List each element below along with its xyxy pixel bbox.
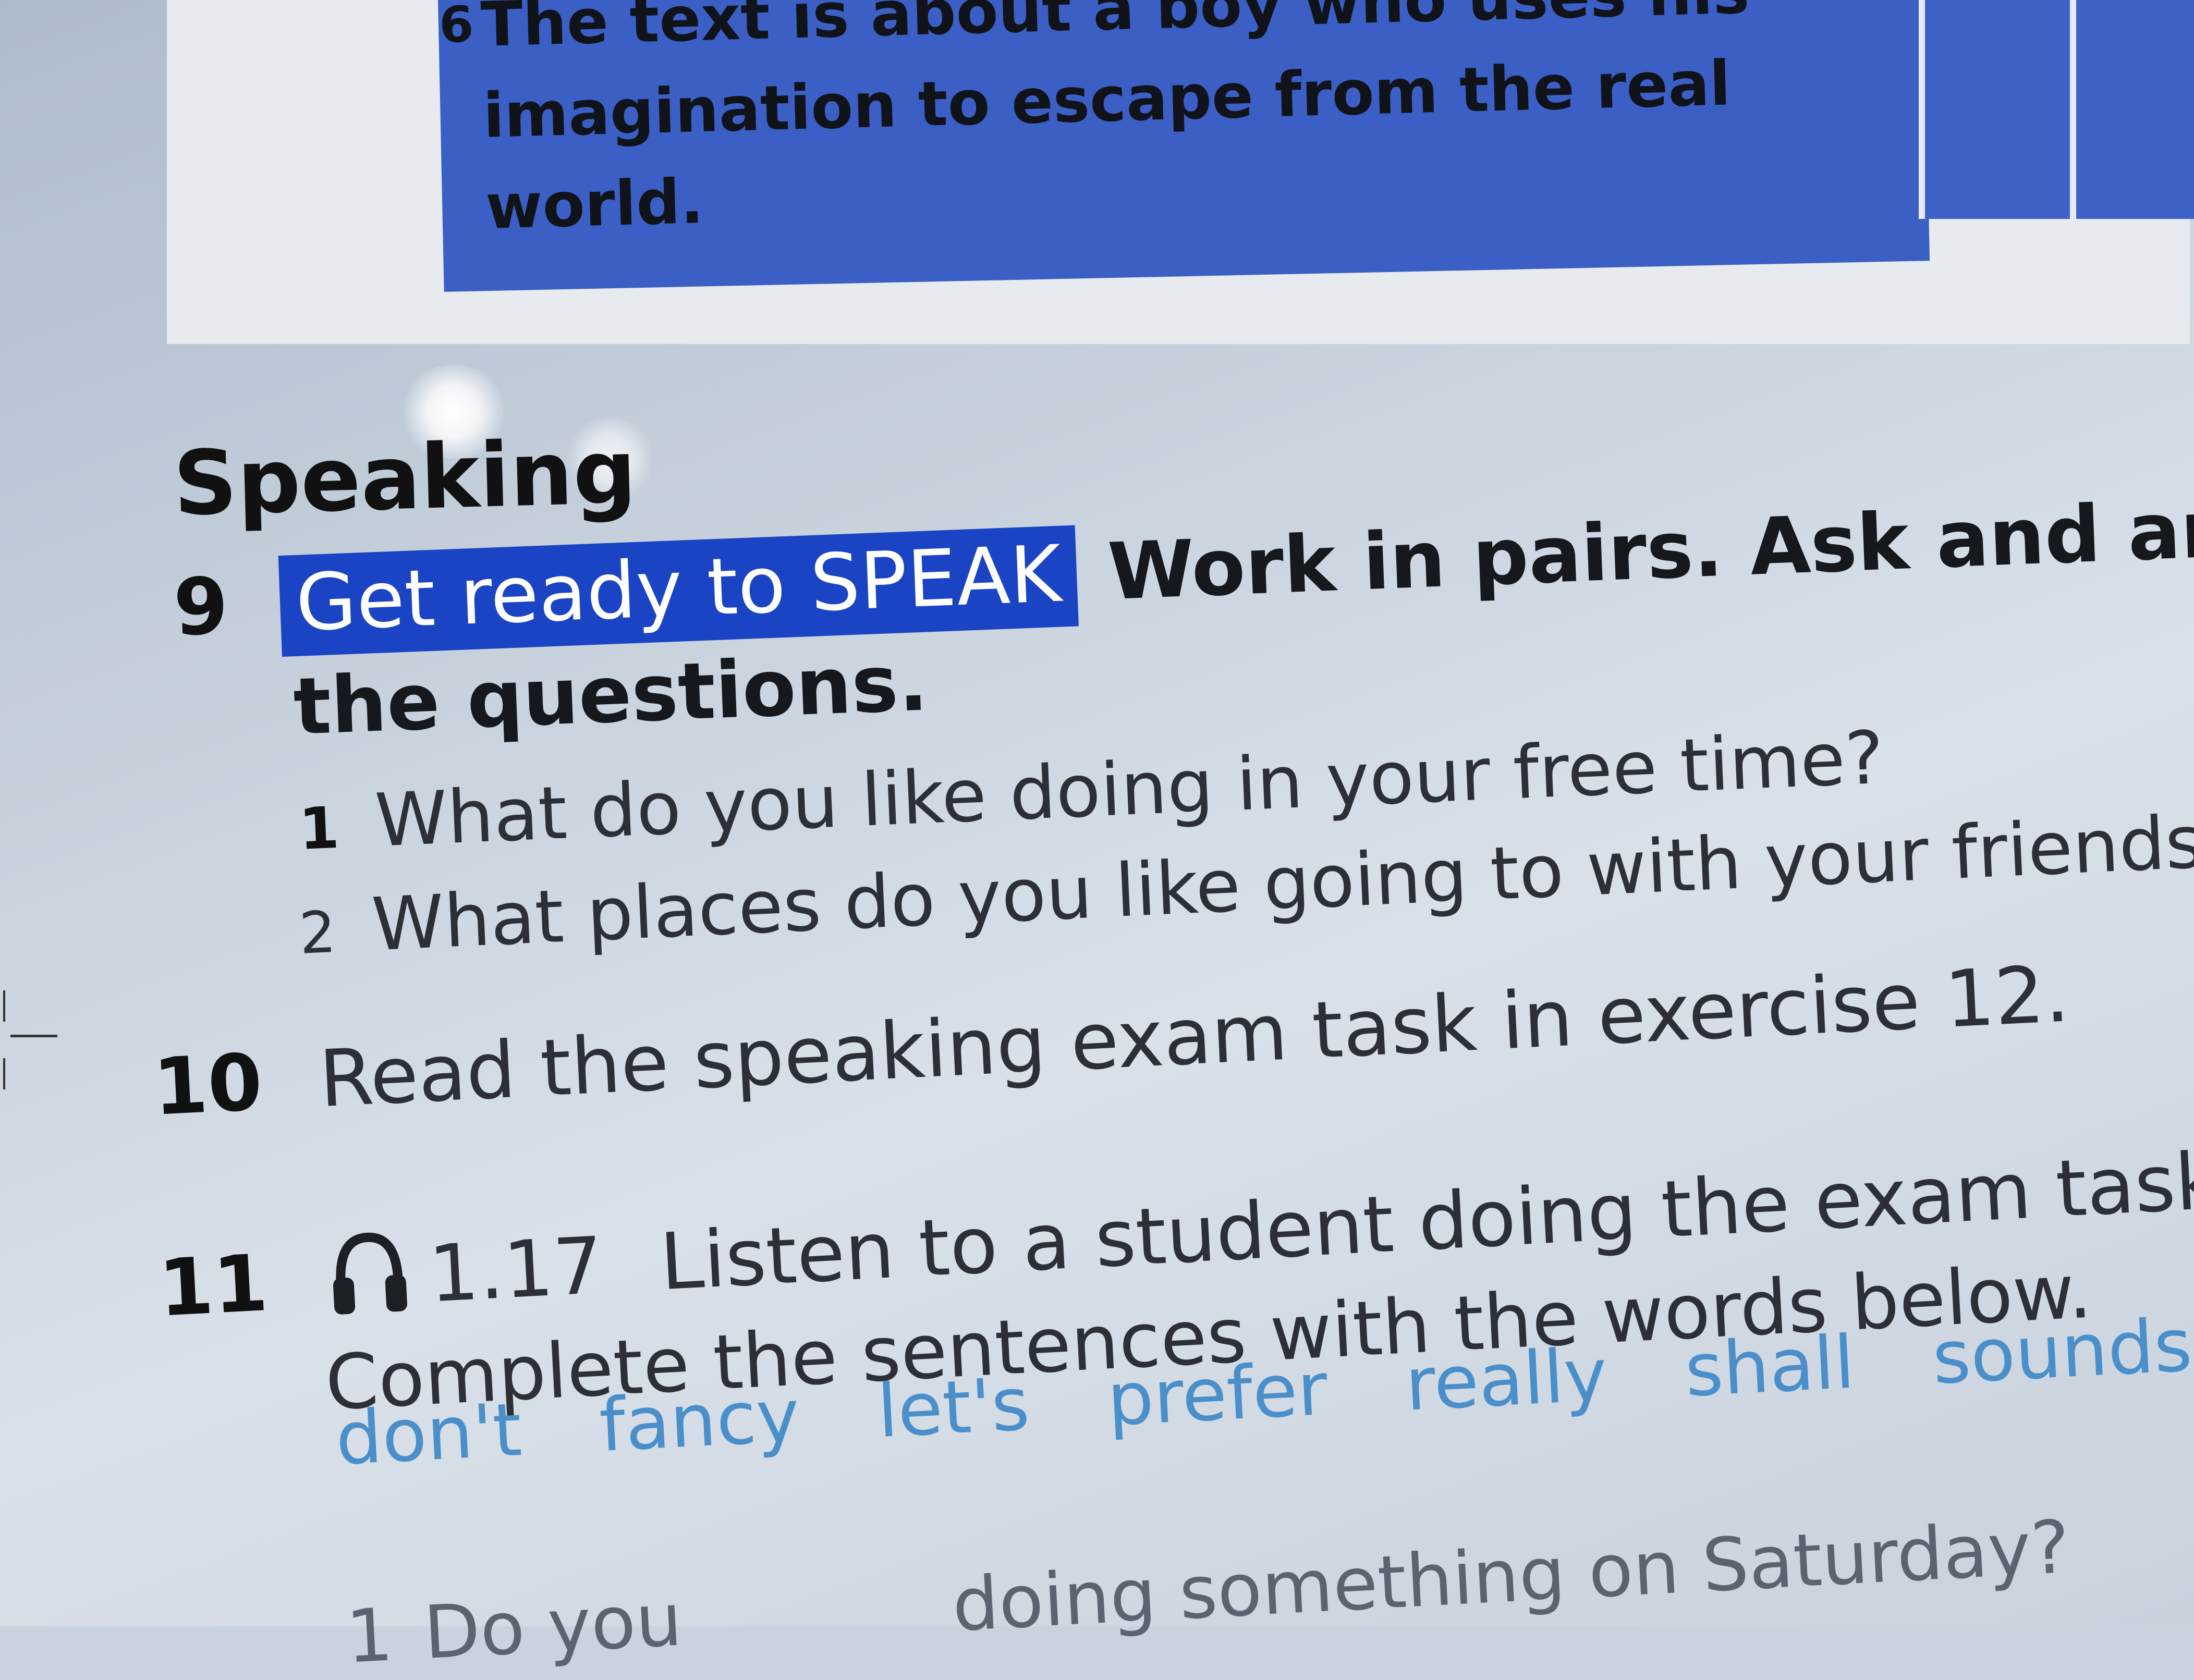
question-2-number: 2 xyxy=(298,898,337,967)
sentence-1: 1 Do you doing something on Saturday? xyxy=(344,1505,2072,1680)
statement-text: 6 The text is about a boy who uses his i… xyxy=(438,0,1894,253)
margin-mark xyxy=(3,990,5,1022)
sentence-1-before: Do you xyxy=(421,1577,684,1676)
sentence-1-after: doing something on Saturday? xyxy=(950,1504,2072,1648)
exercise-10-text: Read the speaking exam task in exercise … xyxy=(317,949,2071,1125)
word-bank-item: prefer xyxy=(1105,1346,1330,1443)
word-bank-item: fancy xyxy=(597,1373,802,1469)
sentence-1-number: 1 xyxy=(344,1592,395,1680)
exercise-9-instruction-cont: the questions. xyxy=(292,637,930,753)
word-bank-item: really xyxy=(1403,1332,1610,1428)
exercise-10-number: 10 xyxy=(151,1037,265,1133)
statement-number: 6 xyxy=(438,0,474,55)
answer-column-false xyxy=(2070,0,2194,219)
exercise-9-number: 9 xyxy=(172,560,230,654)
speak-tag: Get ready to SPEAK xyxy=(278,525,1079,657)
exercise-9-instruction: Work in pairs. Ask and answer xyxy=(1106,475,2194,618)
margin-dash xyxy=(10,1035,57,1037)
exercise-10: 10 Read the speaking exam task in exercis… xyxy=(151,949,2071,1133)
exercise-11-number: 11 xyxy=(156,1238,270,1334)
margin-mark-2 xyxy=(3,1058,5,1089)
section-title: Speaking xyxy=(172,420,638,536)
word-bank-item: let's xyxy=(875,1362,1032,1455)
sentence-1-blank xyxy=(683,1630,954,1645)
word-bank-item: sounds xyxy=(1930,1303,2194,1401)
headphones-icon xyxy=(327,1228,411,1339)
statement-box: 6 The text is about a boy who uses his i… xyxy=(167,0,2194,344)
answer-column-true xyxy=(1919,0,2071,219)
question-1-number: 1 xyxy=(298,794,340,863)
word-bank-item: shall xyxy=(1683,1320,1857,1414)
word-bank-item: don't xyxy=(334,1387,524,1482)
track-number: 1.17 xyxy=(426,1220,605,1320)
textbook-page: 6 The text is about a boy who uses his i… xyxy=(0,0,2194,1680)
